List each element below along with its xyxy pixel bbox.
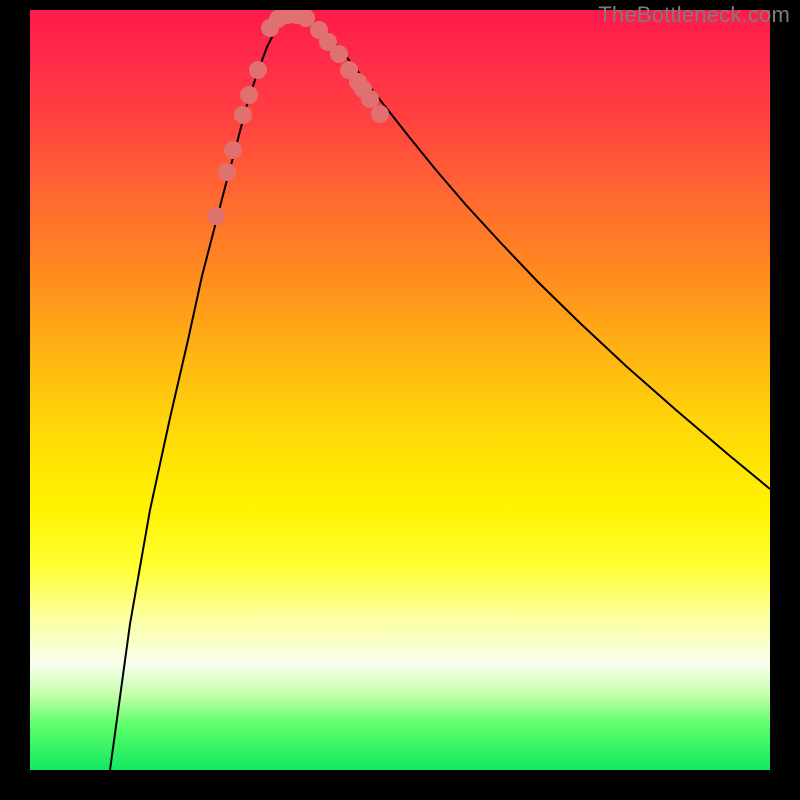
data-point xyxy=(224,141,242,159)
plot-area xyxy=(30,10,770,770)
bottleneck-curve xyxy=(110,14,770,770)
data-point xyxy=(240,86,258,104)
data-point xyxy=(249,61,267,79)
data-point xyxy=(218,163,236,181)
data-point xyxy=(234,106,252,124)
data-point xyxy=(330,45,348,63)
chart-frame: TheBottleneck.com xyxy=(0,0,800,800)
data-point xyxy=(361,90,379,108)
data-markers xyxy=(207,10,389,225)
data-point xyxy=(207,207,225,225)
watermark: TheBottleneck.com xyxy=(598,2,790,28)
chart-svg xyxy=(30,10,770,770)
data-point xyxy=(371,105,389,123)
